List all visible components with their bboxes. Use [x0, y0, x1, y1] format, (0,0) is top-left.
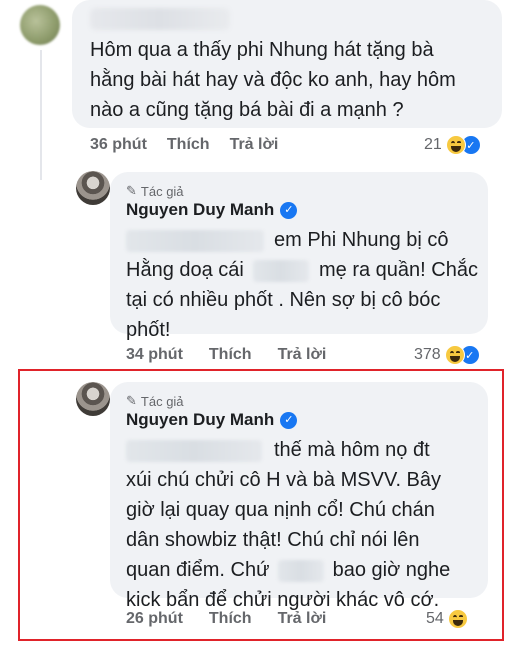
author-name-text: Nguyen Duy Manh	[126, 410, 275, 429]
reaction-summary[interactable]: 21 ✓	[424, 135, 481, 155]
reply-line: giờ lại quay qua nịnh cổ! Chú chán	[126, 499, 435, 521]
reply-button[interactable]: Trả lời	[278, 346, 327, 364]
author-tag-label: Tác giả	[140, 393, 184, 409]
comment-line: hằng bài hát hay và độc ko anh, hay hôm	[90, 69, 456, 91]
reply-line: xúi chú chửi cô H và bà MSVV. Bây	[126, 469, 442, 491]
reply-text: em Phi Nhung bị cô Hằng doạ cái mẹ ra qu…	[126, 226, 478, 344]
author-tag: ✎ Tác giả	[126, 183, 184, 199]
comment-actions: 36 phút Thích Trả lời	[90, 136, 278, 154]
blurred-text	[278, 559, 325, 582]
like-button[interactable]: Thích	[209, 346, 252, 364]
reply-line: dân showbiz thật! Chú chỉ nói lên	[126, 529, 420, 551]
comment-line: Hôm qua a thấy phi Nhung hát tặng bà	[90, 39, 434, 61]
reaction-summary[interactable]: 54	[426, 609, 468, 629]
timestamp[interactable]: 26 phút	[126, 610, 183, 628]
comment-line: nào a cũng tặng bá bài đi a mạnh ?	[90, 99, 404, 121]
commenter-name-blurred	[90, 8, 230, 30]
blurred-text	[253, 259, 310, 282]
reply-line: phốt!	[126, 319, 171, 341]
reaction-count: 54	[426, 610, 444, 627]
pencil-icon: ✎	[126, 183, 137, 198]
like-button[interactable]: Thích	[167, 136, 210, 154]
verified-badge-icon: ✓	[280, 411, 298, 429]
like-button[interactable]: Thích	[209, 610, 252, 628]
reply-line: thế mà hôm nọ đt	[126, 436, 450, 464]
reply-line: em Phi Nhung bị cô	[126, 226, 478, 254]
timestamp[interactable]: 34 phút	[126, 346, 183, 364]
pencil-icon: ✎	[126, 393, 137, 408]
reply-button[interactable]: Trả lời	[278, 610, 327, 628]
author-avatar[interactable]	[76, 171, 110, 205]
haha-emoji-icon	[444, 345, 465, 365]
timestamp[interactable]: 36 phút	[90, 136, 147, 154]
author-name[interactable]: Nguyen Duy Manh ✓	[126, 200, 298, 220]
author-tag-label: Tác giả	[140, 183, 184, 199]
haha-emoji-icon	[445, 135, 466, 155]
reply-line: quan điểm. Chứ bao giờ nghe	[126, 559, 451, 582]
reaction-count: 378	[414, 346, 441, 363]
author-tag: ✎ Tác giả	[126, 393, 184, 409]
reply-button[interactable]: Trả lời	[230, 136, 279, 154]
reply-line: Hằng doạ cái mẹ ra quần! Chắc	[126, 259, 478, 282]
author-avatar[interactable]	[76, 382, 110, 416]
thread-line	[40, 50, 42, 180]
verified-badge-icon: ✓	[280, 201, 298, 219]
reaction-summary[interactable]: 378 ✓	[414, 345, 480, 365]
reply-line: tại có nhiều phốt . Nên sợ bị cô bóc	[126, 289, 441, 311]
commenter-avatar[interactable]	[20, 5, 60, 45]
author-name[interactable]: Nguyen Duy Manh ✓	[126, 410, 298, 430]
reply-actions: 26 phút Thích Trả lời	[126, 610, 326, 628]
comment-text: Hôm qua a thấy phi Nhung hát tặng bà hằn…	[90, 36, 456, 124]
reply-actions: 34 phút Thích Trả lời	[126, 346, 326, 364]
haha-emoji-icon	[447, 609, 468, 629]
blurred-text	[126, 229, 264, 252]
blurred-text	[126, 439, 262, 462]
reaction-count: 21	[424, 136, 442, 153]
author-name-text: Nguyen Duy Manh	[126, 200, 275, 219]
reply-text: thế mà hôm nọ đt xúi chú chửi cô H và bà…	[126, 436, 450, 614]
